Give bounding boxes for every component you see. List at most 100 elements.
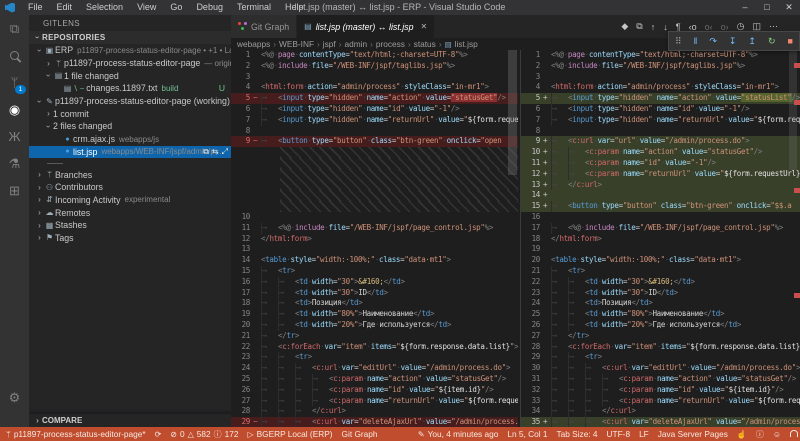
breadcrumb-item[interactable]: admin	[344, 39, 367, 49]
activity-search-icon[interactable]	[0, 42, 29, 69]
status-smiley[interactable]: ☺	[773, 430, 781, 439]
menu-view[interactable]: View	[130, 0, 163, 15]
activity-extensions-icon[interactable]: ⊞	[0, 177, 29, 204]
breadcrumb-item[interactable]: list.jsp	[455, 39, 478, 49]
compare-previous-icon[interactable]: ᴏ‹	[705, 22, 713, 32]
status-indentation[interactable]: Tab Size: 4	[557, 429, 598, 439]
copy-icon[interactable]: ⧉	[636, 21, 642, 32]
maximize-button[interactable]: □	[756, 0, 778, 15]
step-into-icon[interactable]: ↧	[729, 32, 737, 50]
menu-go[interactable]: Go	[163, 0, 189, 15]
minimize-button[interactable]: –	[734, 0, 756, 15]
diff-pane-original[interactable]: 1<%@·page·contentType="text/html;·charse…	[231, 50, 518, 427]
tree-item-section-branches[interactable]: ›ᛘBranches	[29, 168, 231, 181]
diff-editor[interactable]: 1<%@·page·contentType="text/html;·charse…	[231, 50, 800, 427]
tree-item-section-stashes[interactable]: ›▦Stashes	[29, 219, 231, 232]
tree-item-branch-current[interactable]: ›ᛘp11897-process-status-editor-page— ori…	[29, 57, 231, 70]
status-feedback[interactable]: ☝	[737, 430, 747, 439]
step-out-icon[interactable]: ↥	[748, 32, 756, 50]
tab-diff-listjsp[interactable]: ▤list.jsp (master) ↔ list.jsp✕	[297, 15, 435, 38]
status-debug-target[interactable]: ▷BGERP Local (ERP)	[247, 429, 332, 439]
search-glyph	[10, 51, 19, 60]
tree-item-section-tags[interactable]: ›⚑Tags	[29, 232, 231, 245]
activity-debug-icon[interactable]: Ж	[0, 123, 29, 150]
breadcrumb-item[interactable]: WEB-INF	[279, 39, 314, 49]
menu-selection[interactable]: Selection	[79, 0, 130, 15]
code-line: 11+<c:param·name="id"·value="-1"/>	[521, 158, 800, 169]
token: tr	[282, 266, 290, 275]
code-text: <input·type="hidden"·name="action"·value…	[551, 93, 800, 104]
activity-test-icon[interactable]: ⚗	[0, 150, 29, 177]
breadcrumb-item[interactable]: process	[376, 39, 405, 49]
stage-file-icon[interactable]: ⇆	[212, 147, 219, 157]
code-line: 33<c:param·name="returnUrl"·value="${for…	[521, 396, 800, 407]
activity-settings-icon[interactable]: ⚙	[0, 384, 29, 411]
status-eol[interactable]: LF	[639, 429, 649, 439]
code-text: </tr>	[551, 331, 800, 342]
tree-item-group-commits[interactable]: ›1 commit	[29, 107, 231, 120]
inline-view-icon[interactable]: ‹ᴏ	[689, 22, 697, 32]
token: >	[720, 309, 724, 318]
menu-debug[interactable]: Debug	[189, 0, 230, 15]
status-notifications[interactable]	[790, 431, 798, 438]
tree-item-file-crm-ajax[interactable]: ●crm.ajax.jswebapps/js	[29, 133, 231, 146]
tree-item-file-changes-txt[interactable]: ▤∖ −changes.11897.txtbuildU	[29, 82, 231, 95]
pause-icon[interactable]: ‖	[694, 32, 698, 50]
stop-icon[interactable]: ■	[788, 32, 793, 50]
menu-help[interactable]: Help	[278, 0, 311, 15]
menu-file[interactable]: File	[21, 0, 50, 15]
restart-icon[interactable]: ↻	[768, 32, 776, 50]
breadcrumb-item[interactable]: webapps	[237, 39, 270, 49]
tree-item-repo-working[interactable]: ›✎p11897-process-status-editor-page (wor…	[29, 95, 231, 108]
menu-edit[interactable]: Edit	[50, 0, 80, 15]
activity-explorer-icon[interactable]: ⧉	[0, 15, 29, 42]
token: "hidden"	[329, 93, 363, 102]
status-info-status[interactable]: ⓘ	[756, 429, 764, 440]
close-icon[interactable]: ✕	[420, 22, 427, 31]
tab-git-graph[interactable]: Git Graph	[231, 15, 297, 38]
right-scrollbar[interactable]	[789, 50, 797, 170]
status-branch-status[interactable]: ᛘp11897-process-status-editor-page*	[6, 429, 146, 439]
tree-item-group-files-changed[interactable]: ›2 files changed	[29, 120, 231, 133]
tree-item-file-list-jsp[interactable]: ●list.jspwebapps/WEB-INF/jspf/admin/pr..…	[29, 146, 231, 159]
tab-whitespace	[551, 396, 568, 407]
token: "30"	[627, 288, 644, 297]
section-compare[interactable]: › COMPARE	[29, 414, 231, 427]
token: width	[602, 288, 623, 297]
drag-handle[interactable]: ⠿	[675, 32, 682, 50]
tree-item-repo-erp[interactable]: ›▣ERPp11897-process-status-editor-page •…	[29, 44, 231, 57]
whitespace-icon[interactable]: ¶	[676, 22, 681, 32]
token: c:forEach	[572, 342, 610, 351]
tree-item-section-incoming-activity[interactable]: ›⇵Incoming Activityexperimental	[29, 194, 231, 207]
activity-gitlens-icon[interactable]: ◉	[0, 96, 29, 123]
breadcrumb-item[interactable]: jspf	[323, 39, 336, 49]
close-button[interactable]: ✕	[778, 0, 800, 15]
menu-terminal[interactable]: Terminal	[230, 0, 278, 15]
compare-next-icon[interactable]: ᴏ›	[721, 22, 729, 32]
tree-item-section-remotes[interactable]: ›☁Remotes	[29, 206, 231, 219]
status-problems[interactable]: ⊘0△582ⓘ172	[170, 429, 238, 440]
left-scrollbar[interactable]	[508, 50, 517, 175]
section-repositories[interactable]: › REPOSITORIES	[29, 31, 231, 44]
step-over-icon[interactable]: ↷	[709, 32, 717, 50]
open-file-icon[interactable]: ⤢	[222, 147, 228, 157]
status-encoding[interactable]: UTF-8	[607, 429, 631, 439]
code-line: 2<%@·include·file="/WEB-INF/jspf/taglibs…	[521, 61, 800, 72]
tree-item-section-contributors[interactable]: ›⚇Contributors	[29, 181, 231, 194]
status-sync-status[interactable]: ⟳	[155, 430, 162, 439]
code-line: 23<td·width="30">ID</td>	[521, 288, 800, 299]
diff-marker	[543, 385, 551, 396]
next-change-icon[interactable]: ↓	[663, 22, 668, 32]
status-language-mode[interactable]: Java Server Pages	[658, 429, 728, 439]
swap-sides-icon[interactable]: ◆	[621, 21, 628, 32]
breadcrumb-item[interactable]: status	[414, 39, 436, 49]
open-changes-icon[interactable]: ⧉	[203, 147, 209, 157]
activity-source-control-icon[interactable]: ᛘ1	[0, 69, 29, 96]
diff-pane-modified[interactable]: 1<%@·page·contentType="text/html;·charse…	[520, 50, 800, 427]
tree-item-label: Remotes	[55, 208, 90, 218]
tree-item-group-file-changed[interactable]: ›▤1 file changed	[29, 69, 231, 82]
status-blame-status[interactable]: ✎You, 4 minutes ago	[418, 429, 498, 439]
status-git-graph[interactable]: Git Graph	[342, 429, 378, 439]
previous-change-icon[interactable]: ↑	[651, 22, 656, 32]
status-cursor-position[interactable]: Ln 5, Col 1	[507, 429, 547, 439]
